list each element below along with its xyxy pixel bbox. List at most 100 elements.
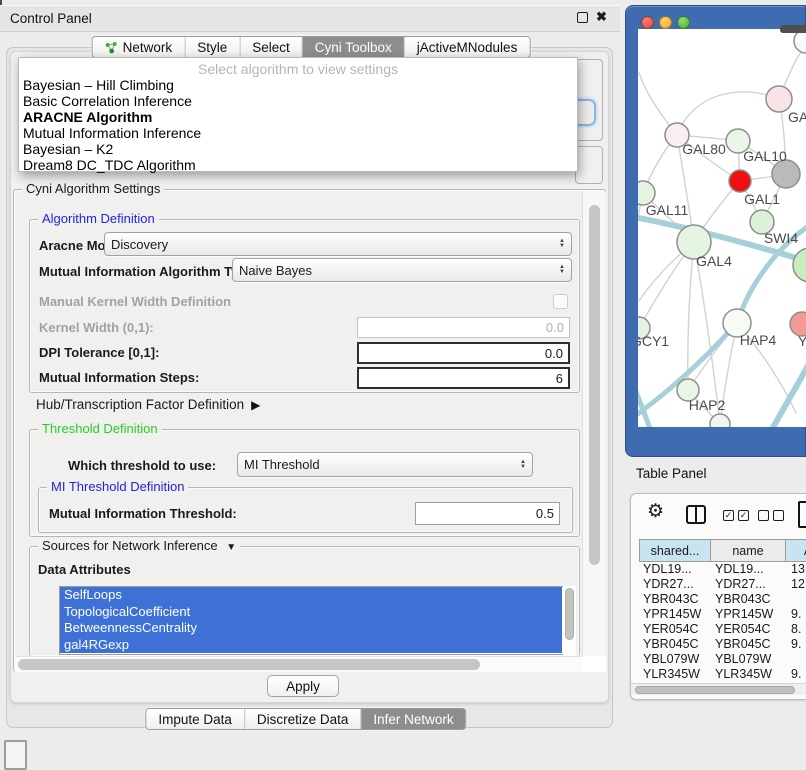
mi-steps-input[interactable]: 6 xyxy=(357,367,570,389)
list-scrollbar-thumb[interactable] xyxy=(565,588,574,640)
tab-style[interactable]: Style xyxy=(185,37,240,57)
table-row[interactable]: YER054C YER054C 8. xyxy=(639,622,806,637)
minimize-traffic-light-icon[interactable] xyxy=(659,16,672,29)
mi-type-select[interactable]: Naive Bayes ▲▼ xyxy=(232,258,572,282)
table-function-icon[interactable] xyxy=(798,501,806,528)
dropdown-item[interactable]: Basic Correlation Inference xyxy=(19,93,577,109)
network-node[interactable] xyxy=(772,160,800,188)
dropdown-item[interactable]: Dream8 DC_TDC Algorithm xyxy=(19,157,577,173)
column-header-name[interactable]: name xyxy=(710,539,786,562)
aracne-mode-select[interactable]: Discovery ▲▼ xyxy=(104,232,572,256)
network-view[interactable]: GALGAL80GAL10GAL1GAL11SWI4GAL4GCY1HAP4YH… xyxy=(638,29,806,427)
attribute-item-selected[interactable]: TopologicalCoefficient xyxy=(60,604,562,621)
sources-title-label: Sources for Network Inference xyxy=(42,538,218,553)
table-row[interactable]: YLR345W YLR345W 9. xyxy=(639,666,806,681)
attribute-item-selected[interactable]: SelfLoops xyxy=(60,587,562,604)
cell-name: YPR145W xyxy=(711,607,787,621)
tab-infer-network-label: Infer Network xyxy=(373,712,453,727)
cell-value: 9. xyxy=(787,667,806,681)
apply-button[interactable]: Apply xyxy=(267,675,339,697)
hub-definition-label: Hub/Transcription Factor Definition xyxy=(36,397,244,412)
cell-name: YLR345W xyxy=(711,667,787,681)
cell-value: 8. xyxy=(787,622,806,636)
table-row[interactable]: YBL079W YBL079W xyxy=(639,651,806,666)
dpi-tolerance-label: DPI Tolerance [0,1]: xyxy=(39,345,159,360)
tab-select-label: Select xyxy=(252,40,290,55)
network-canvas[interactable]: GALGAL80GAL10GAL1GAL11SWI4GAL4GCY1HAP4YH… xyxy=(638,29,806,427)
close-traffic-light-icon[interactable] xyxy=(641,16,654,29)
kernel-width-value: 0.0 xyxy=(546,320,564,335)
table-row[interactable]: YDR27... YDR27... 12 xyxy=(639,577,806,592)
sources-title[interactable]: Sources for Network Inference ▼ xyxy=(38,538,240,553)
table-row[interactable]: YPR145W YPR145W 9. xyxy=(639,607,806,622)
cyni-algorithm-settings-group: Cyni Algorithm Settings Algorithm Defini… xyxy=(13,189,606,672)
tab-infer-network[interactable]: Infer Network xyxy=(361,709,465,729)
settings-hscrollbar[interactable] xyxy=(15,656,582,672)
tab-network[interactable]: Network xyxy=(93,37,186,57)
attribute-item-selected[interactable]: gal4RGexp xyxy=(60,637,562,654)
network-node-label: GCY1 xyxy=(638,333,669,349)
float-window-icon[interactable] xyxy=(577,12,588,23)
table-hscrollbar[interactable] xyxy=(631,683,806,695)
mi-threshold-input[interactable]: 0.5 xyxy=(415,502,560,525)
tab-cyni-toolbox[interactable]: Cyni Toolbox xyxy=(303,37,405,57)
column-header-partial[interactable]: A xyxy=(785,539,806,562)
tab-jactivemnodules[interactable]: jActiveMNodules xyxy=(405,37,530,57)
which-threshold-label: Which threshold to use: xyxy=(68,458,216,473)
unchecked-box-icon xyxy=(758,510,769,521)
kernel-width-input[interactable]: 0.0 xyxy=(357,317,570,338)
tab-select[interactable]: Select xyxy=(240,37,303,57)
settings-hscrollbar-thumb[interactable] xyxy=(18,659,480,670)
settings-vscrollbar-thumb[interactable] xyxy=(589,205,600,565)
tab-discretize-data-label: Discretize Data xyxy=(257,712,349,727)
network-node-label: GAL1 xyxy=(744,191,780,207)
tab-discretize-data[interactable]: Discretize Data xyxy=(245,709,362,729)
dpi-tolerance-value: 0.0 xyxy=(545,346,563,361)
tab-impute-data[interactable]: Impute Data xyxy=(146,709,245,729)
network-node-label: GAL11 xyxy=(646,202,689,218)
which-threshold-select[interactable]: MI Threshold ▲▼ xyxy=(237,452,533,477)
cell-value: 9. xyxy=(787,607,806,621)
mi-threshold-label: Mutual Information Threshold: xyxy=(49,506,237,521)
dropdown-item[interactable]: Mutual Information Inference xyxy=(19,125,577,141)
settings-vscrollbar[interactable] xyxy=(582,191,606,656)
columns-icon[interactable] xyxy=(686,505,706,524)
attribute-item-selected[interactable]: BetweennessCentrality xyxy=(60,620,562,637)
network-edge[interactable] xyxy=(638,193,643,328)
hub-definition-toggle[interactable]: Hub/Transcription Factor Definition▶ xyxy=(36,397,260,412)
network-node[interactable] xyxy=(710,414,730,427)
cell-shared-name: YBL079W xyxy=(639,652,711,666)
network-edge[interactable] xyxy=(677,92,779,135)
panel-corner-button[interactable] xyxy=(4,740,27,770)
cell-shared-name: YBR045C xyxy=(639,637,711,651)
manual-kernel-label: Manual Kernel Width Definition xyxy=(39,294,231,309)
cell-name: YBL079W xyxy=(711,652,787,666)
gear-icon[interactable]: ⚙ xyxy=(647,500,664,523)
table-body: YDL19... YDL19... 13 YDR27... YDR27... 1… xyxy=(639,562,806,683)
tab-style-label: Style xyxy=(197,40,227,55)
select-all-checks-icon[interactable]: ✓ ✓ xyxy=(723,510,749,521)
table-row[interactable]: YDL19... YDL19... 13 xyxy=(639,562,806,577)
close-icon[interactable]: ✖ xyxy=(596,9,607,25)
dropdown-item[interactable]: Bayesian – K2 xyxy=(19,141,577,157)
dropdown-item[interactable]: Bayesian – Hill Climbing xyxy=(19,77,577,93)
table-hscrollbar-thumb[interactable] xyxy=(635,686,795,694)
zoom-traffic-light-icon[interactable] xyxy=(677,16,690,29)
cell-value: 12 xyxy=(787,577,806,591)
table-row[interactable]: YBR043C YBR043C xyxy=(639,592,806,607)
dpi-tolerance-input[interactable]: 0.0 xyxy=(357,342,570,364)
network-node[interactable] xyxy=(729,170,751,192)
network-node-label: GAL80 xyxy=(682,141,726,157)
manual-kernel-checkbox[interactable] xyxy=(553,294,568,309)
dropdown-item-selected[interactable]: ARACNE Algorithm xyxy=(19,109,577,125)
aracne-mode-value: Discovery xyxy=(111,237,168,252)
network-node-label: GAL4 xyxy=(696,253,732,269)
deselect-all-checks-icon[interactable] xyxy=(758,510,784,521)
list-scrollbar[interactable] xyxy=(563,586,576,655)
tab-cyni-toolbox-label: Cyni Toolbox xyxy=(315,40,392,55)
network-edge[interactable] xyxy=(771,356,806,427)
column-header-shared-name[interactable]: shared... xyxy=(639,539,711,562)
cell-name: YDR27... xyxy=(711,577,787,591)
network-node[interactable] xyxy=(793,248,806,282)
table-row[interactable]: YBR045C YBR045C 9. xyxy=(639,636,806,651)
